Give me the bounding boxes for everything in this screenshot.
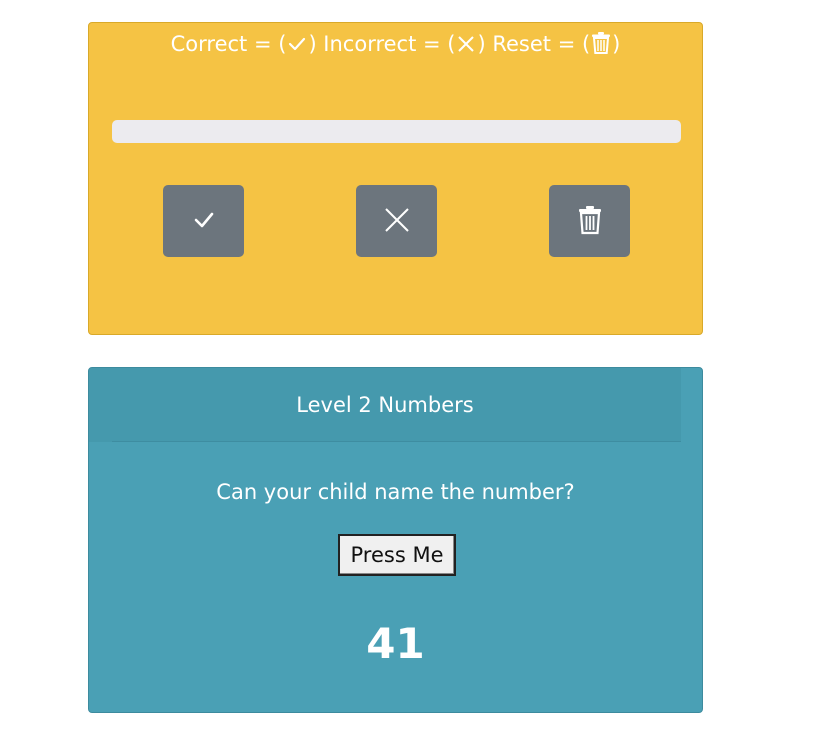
x-icon [455,33,477,63]
trash-icon [590,31,612,63]
quiz-question: Can your child name the number? [216,480,575,504]
x-icon [384,207,410,236]
legend-correct-text: Correct = ( [170,32,287,56]
legend-reset-text: ) Reset = ( [477,32,591,56]
progress-bar [112,120,681,143]
reset-button[interactable] [549,185,630,257]
correct-button[interactable] [163,185,244,257]
quiz-card: Level 2 Numbers Can your child name the … [88,367,703,713]
header-divider [112,441,681,442]
legend: Correct = ( ) Incorrect = ( ) Reset = () [89,29,702,63]
check-icon [286,33,308,63]
incorrect-button[interactable] [356,185,437,257]
legend-incorrect-text: ) Incorrect = ( [308,32,456,56]
number-display: 41 [366,619,425,668]
check-icon [192,208,216,235]
press-me-button[interactable]: Press Me [338,534,456,576]
legend-close-paren: ) [612,32,621,56]
quiz-header: Level 2 Numbers [89,368,681,442]
quiz-title: Level 2 Numbers [296,393,474,417]
trash-icon [578,205,602,238]
scoring-card: Correct = ( ) Incorrect = ( ) Reset = () [88,22,703,335]
